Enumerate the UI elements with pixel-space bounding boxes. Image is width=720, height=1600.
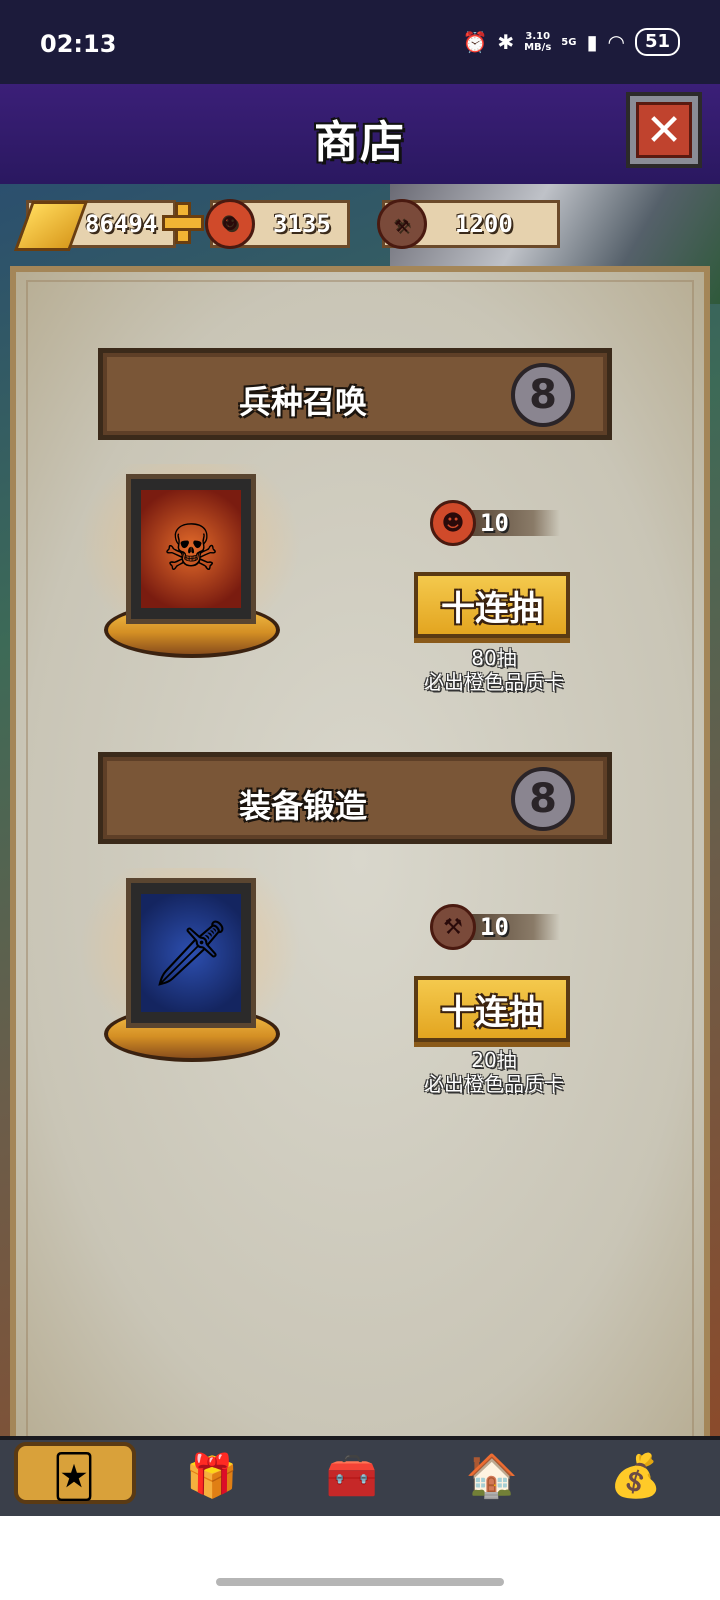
treasure-chest-icon[interactable]: 🧰 [320, 1444, 384, 1508]
battery-indicator: 51 [634, 28, 680, 56]
card-frame: 🗡 [126, 878, 256, 1028]
info-badge-icon[interactable]: 8 [511, 363, 575, 427]
summon-section-header: 兵种召唤 8 [98, 348, 612, 440]
summon-pity-note: 80抽 必出橙色品质卡 [424, 646, 564, 694]
add-gold-button[interactable] [160, 200, 204, 244]
page-title: 商店 [314, 117, 406, 168]
alarm-icon: ⏰ [462, 30, 488, 54]
demon-coin-icon: ☻ [430, 500, 476, 546]
anvil-token-counter: ⚒ 1200 [377, 199, 560, 249]
demon-token-counter: ☻ 3135 [205, 199, 350, 249]
gold-bar-icon [13, 201, 89, 251]
close-button[interactable]: ✕ [626, 92, 702, 168]
anvil-token-amount: 1200 [455, 210, 513, 238]
gift-icon[interactable]: 🎁 [180, 1444, 244, 1508]
status-time: 02:13 [40, 30, 117, 58]
forge-cost: ⚒ 10 [430, 902, 560, 952]
demon-coin-icon: ☻ [205, 199, 255, 249]
anvil-coin-icon: ⚒ [430, 904, 476, 950]
cost-amount: 10 [472, 510, 560, 536]
vip-money-bag-icon[interactable]: 💰 [604, 1444, 668, 1508]
skeleton-icon: ☠ [141, 490, 241, 608]
forge-pity-note: 20抽 必出橙色品质卡 [424, 1048, 564, 1096]
gold-counter: 86494 [13, 200, 176, 251]
tavern-icon[interactable]: 🏠 [460, 1444, 524, 1508]
title-bar: 商店 [0, 84, 720, 184]
status-bar: 02:13 ⏰ ✱ 3.10 MB/s 5G ▮ ◠ 51 [0, 0, 720, 84]
forge-card: 🗡 [60, 868, 320, 1078]
card-frame: ☠ [126, 474, 256, 624]
gold-amount: 86494 [85, 210, 158, 238]
anvil-coin-icon: ⚒ [377, 199, 427, 249]
status-icons: ⏰ ✱ 3.10 MB/s 5G ▮ ◠ 51 [462, 28, 680, 56]
wifi-icon: ◠ [607, 30, 625, 54]
system-nav-area [0, 1516, 720, 1600]
network-type: 5G [561, 36, 577, 48]
summon-cost: ☻ 10 [430, 498, 560, 548]
signal-icon: ▮ [586, 30, 598, 54]
demon-token-amount: 3135 [273, 210, 331, 238]
info-badge-icon[interactable]: 8 [511, 767, 575, 831]
forge-section-header: 装备锻造 8 [98, 752, 612, 844]
close-icon: ✕ [636, 102, 692, 158]
summon-card: ☠ [60, 464, 320, 674]
shop-panel [10, 266, 710, 1452]
cost-amount: 10 [472, 914, 560, 940]
summon-ten-draw-button[interactable]: 十连抽 [414, 572, 570, 638]
card-icon[interactable]: 🃏 [42, 1444, 106, 1508]
sword-icon: 🗡 [141, 894, 241, 1012]
section-title: 装备锻造 [238, 787, 367, 825]
forge-ten-draw-button[interactable]: 十连抽 [414, 976, 570, 1042]
network-speed: 3.10 MB/s [524, 31, 552, 53]
bluetooth-icon: ✱ [497, 30, 515, 54]
section-title: 兵种召唤 [238, 383, 367, 421]
home-indicator[interactable] [216, 1578, 504, 1586]
